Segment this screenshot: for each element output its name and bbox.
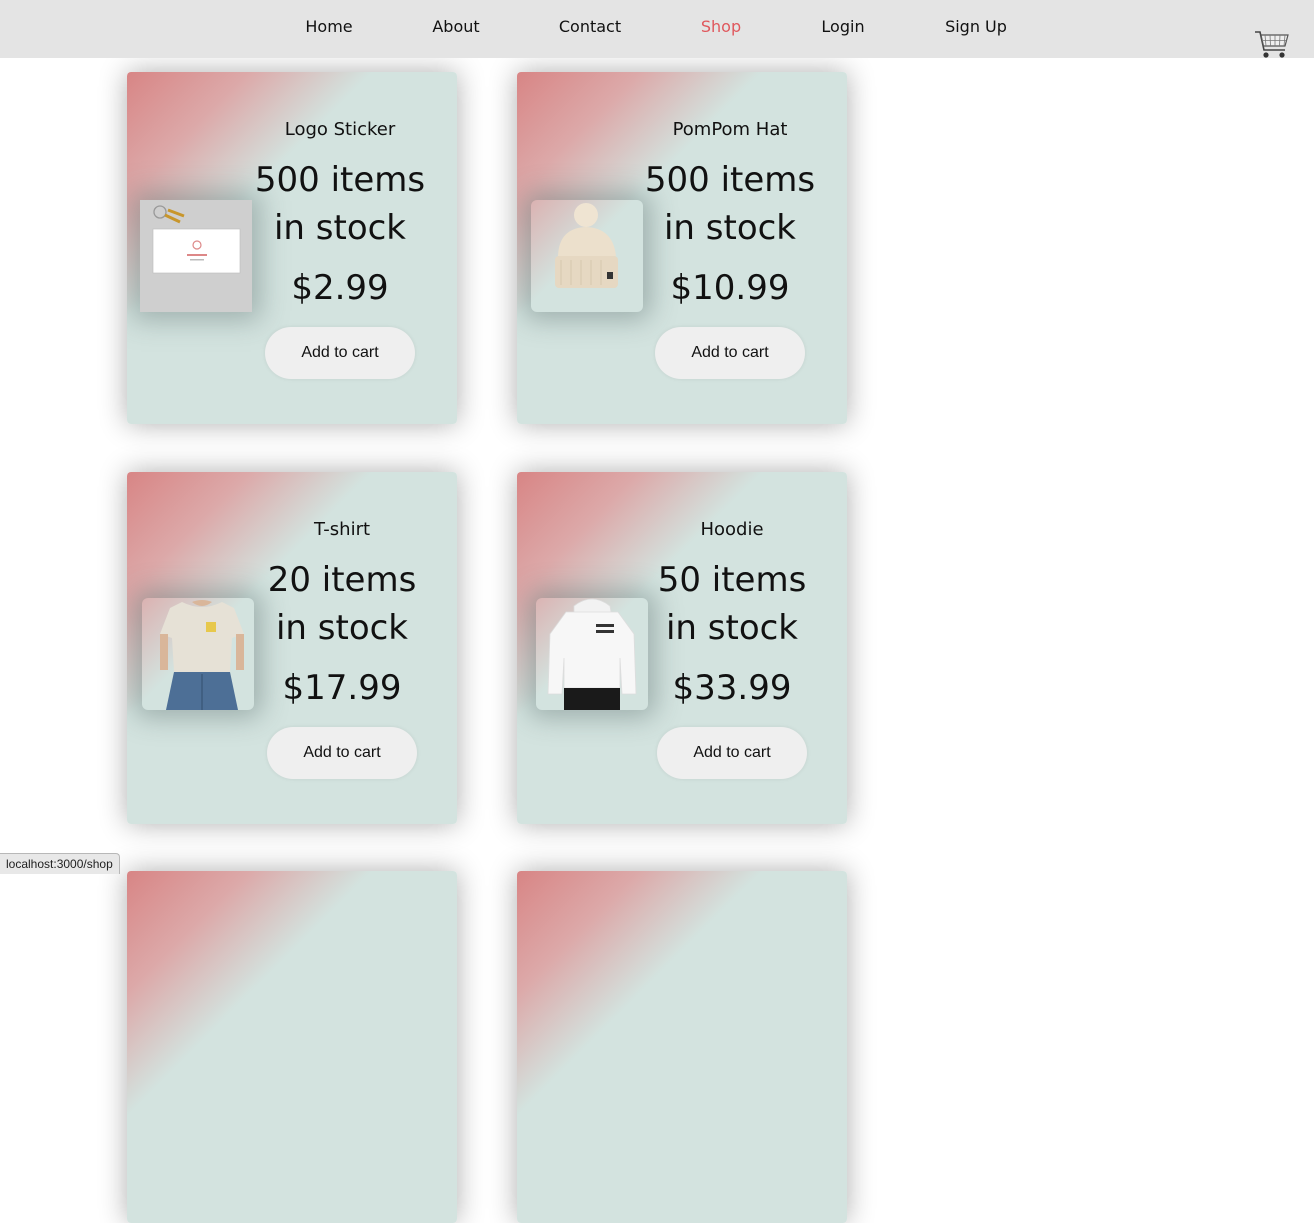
stock-line-1: 50 items (657, 560, 807, 600)
nav-contact-link[interactable]: Contact (559, 17, 621, 36)
stock-count: 50 items in stock (627, 556, 837, 652)
stock-line-2: in stock (663, 208, 797, 248)
nav-login-link[interactable]: Login (821, 17, 864, 36)
product-card-partial (517, 871, 847, 1223)
product-card: T-shirt 20 items in stock $17.99 Add to … (127, 472, 457, 824)
top-navbar: Home About Contact Shop Login Sign Up (0, 0, 1314, 58)
product-card: PomPom Hat 500 items in stock $10.99 Add… (517, 72, 847, 424)
stock-line-2: in stock (665, 608, 799, 648)
product-price: $17.99 (282, 668, 402, 708)
stock-count: 500 items in stock (625, 156, 835, 252)
stock-count: 500 items in stock (235, 156, 445, 252)
product-price: $33.99 (672, 668, 792, 708)
product-price: $2.99 (291, 268, 389, 308)
stock-line-2: in stock (273, 208, 407, 248)
product-name: Hoodie (700, 519, 764, 540)
product-card-partial (127, 871, 457, 1223)
product-name: Logo Sticker (284, 119, 396, 140)
stock-line-1: 500 items (644, 160, 816, 200)
add-to-cart-button[interactable]: Add to cart (267, 727, 417, 779)
product-card: Hoodie 50 items in stock $33.99 Add to c… (517, 472, 847, 824)
stock-line-1: 500 items (254, 160, 426, 200)
nav-home-link[interactable]: Home (305, 17, 352, 36)
nav-shop-link[interactable]: Shop (701, 17, 741, 36)
stock-line-2: in stock (275, 608, 409, 648)
product-card: Logo Sticker 500 items in stock $2.99 Ad… (127, 72, 457, 424)
product-price: $10.99 (670, 268, 790, 308)
add-to-cart-button[interactable]: Add to cart (265, 327, 415, 379)
nav-about-link[interactable]: About (432, 17, 479, 36)
stock-count: 20 items in stock (237, 556, 447, 652)
browser-status-url: localhost:3000/shop (0, 853, 120, 874)
product-name: T-shirt (313, 519, 371, 540)
nav-signup-link[interactable]: Sign Up (945, 17, 1007, 36)
add-to-cart-button[interactable]: Add to cart (657, 727, 807, 779)
add-to-cart-button[interactable]: Add to cart (655, 327, 805, 379)
product-name: PomPom Hat (672, 119, 788, 140)
shopping-cart-icon[interactable] (1254, 26, 1290, 62)
stock-line-1: 20 items (267, 560, 417, 600)
